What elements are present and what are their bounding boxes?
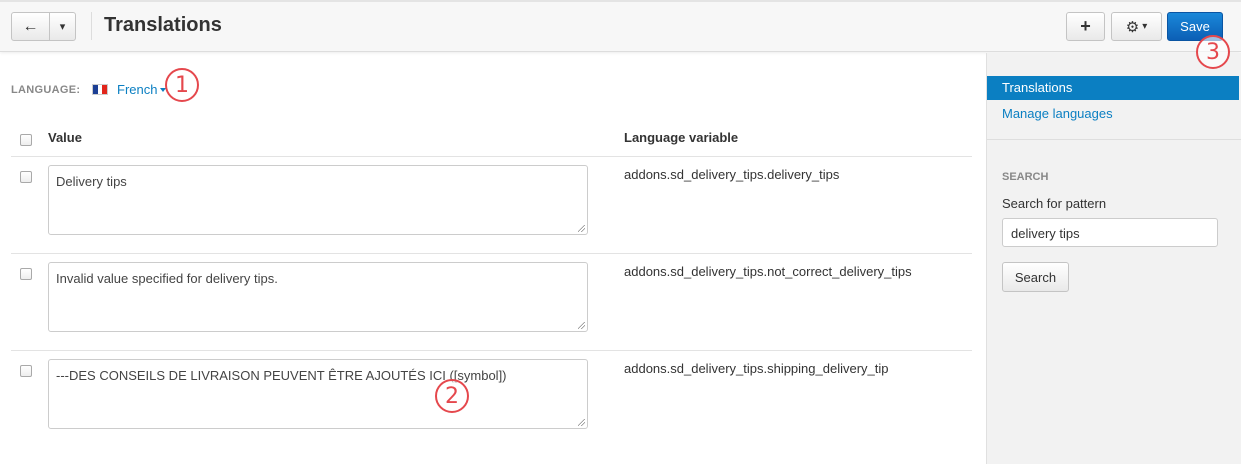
back-dropdown-button[interactable]: ▾ <box>49 12 76 41</box>
page-title: Translations <box>104 14 222 36</box>
chevron-down-icon: ▾ <box>1142 21 1148 32</box>
row-checkbox[interactable] <box>20 365 32 377</box>
translation-value-textarea[interactable]: ---DES CONSEILS DE LIVRAISON PEUVENT ÊTR… <box>48 359 588 429</box>
annotation-marker-3: 3 <box>1196 35 1230 69</box>
search-button[interactable]: Search <box>1002 262 1069 292</box>
translation-value-textarea[interactable]: Invalid value specified for delivery tip… <box>48 262 588 332</box>
language-variable: addons.sd_delivery_tips.delivery_tips <box>624 167 840 182</box>
annotation-marker-2: 2 <box>435 379 469 413</box>
resize-handle-icon[interactable] <box>578 419 585 426</box>
column-header-value: Value <box>48 130 82 145</box>
language-selector[interactable]: French <box>117 82 157 97</box>
gear-icon: ⚙ <box>1125 18 1140 36</box>
sidebar-item-translations[interactable]: Translations <box>987 76 1239 100</box>
column-header-variable: Language variable <box>624 130 739 145</box>
plus-icon: + <box>1080 16 1091 36</box>
search-heading: SEARCH <box>1002 171 1049 183</box>
france-flag-icon <box>92 84 108 95</box>
annotation-marker-1: 1 <box>165 68 199 102</box>
resize-handle-icon[interactable] <box>578 225 585 232</box>
language-variable: addons.sd_delivery_tips.shipping_deliver… <box>624 361 889 376</box>
search-pattern-label: Search for pattern <box>1002 196 1107 211</box>
arrow-left-icon: ← <box>22 17 39 35</box>
search-pattern-input[interactable]: delivery tips <box>1002 218 1218 247</box>
textarea-value: Delivery tips <box>56 174 127 189</box>
select-all-checkbox[interactable] <box>20 134 32 146</box>
top-border <box>0 0 1241 2</box>
sidebar-divider <box>987 139 1241 140</box>
row-divider <box>11 156 972 157</box>
row-divider <box>11 350 972 351</box>
add-button[interactable]: + <box>1066 12 1105 41</box>
row-divider <box>11 253 972 254</box>
textarea-value: Invalid value specified for delivery tip… <box>56 271 278 286</box>
chevron-down-icon: ▾ <box>59 21 66 33</box>
settings-dropdown-button[interactable]: ⚙ ▾ <box>1111 12 1162 41</box>
back-button[interactable]: ← <box>11 12 50 41</box>
resize-handle-icon[interactable] <box>578 322 585 329</box>
row-checkbox[interactable] <box>20 171 32 183</box>
sidebar-item-manage-languages[interactable]: Manage languages <box>1002 106 1113 121</box>
language-label: LANGUAGE: <box>11 84 81 96</box>
language-variable: addons.sd_delivery_tips.not_correct_deli… <box>624 264 912 279</box>
toolbar-divider <box>91 12 92 40</box>
textarea-value: ---DES CONSEILS DE LIVRAISON PEUVENT ÊTR… <box>56 368 507 383</box>
row-checkbox[interactable] <box>20 268 32 280</box>
translation-value-textarea[interactable]: Delivery tips <box>48 165 588 235</box>
